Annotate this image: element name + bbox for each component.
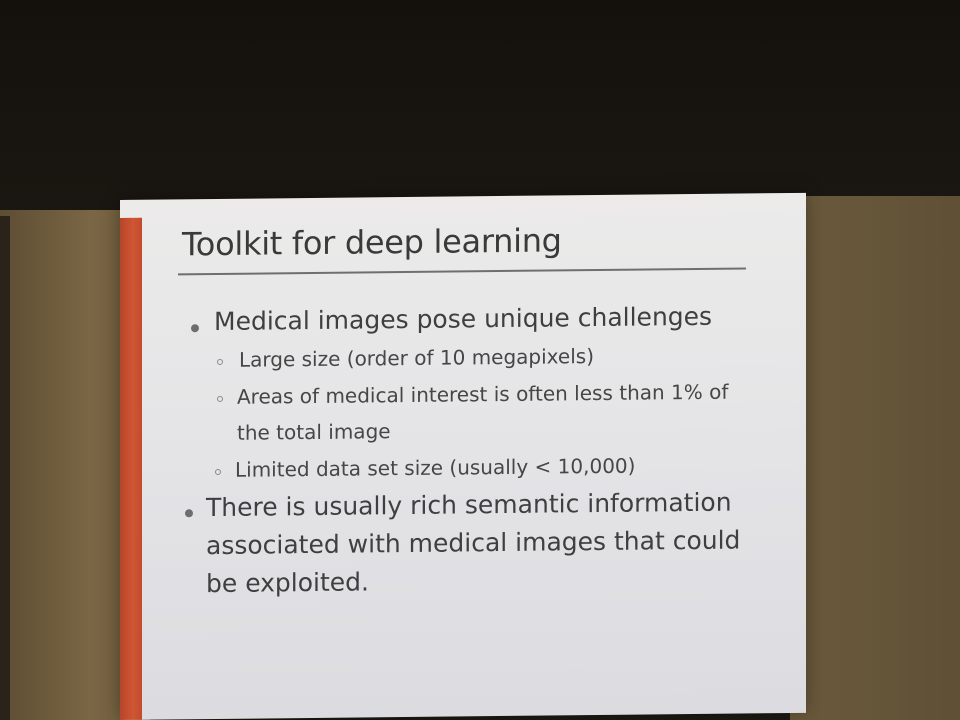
sub-bullet-dot	[215, 468, 221, 476]
slide-accent-bar	[120, 217, 142, 720]
sub-bullet-dot	[217, 395, 223, 402]
title-underline	[178, 267, 746, 276]
sub-bullet-2: Areas of medical interest is often less …	[237, 379, 729, 445]
projection-photo: Toolkit for deep learning Medical images…	[0, 0, 960, 720]
bullet-2: There is usually rich semantic informati…	[206, 487, 741, 599]
sub-bullet-1: Large size (order of 10 megapixels)	[239, 344, 594, 372]
bullet-dot	[185, 509, 193, 518]
wall-right	[790, 196, 960, 720]
slide-title: Toolkit for deep learning	[182, 221, 562, 264]
bullet-dot	[191, 324, 199, 333]
sub-bullet-3: Limited data set size (usually < 10,000)	[235, 453, 636, 482]
bullet-1: Medical images pose unique challenges	[214, 301, 713, 337]
wall-edge	[0, 216, 10, 720]
sub-bullet-dot	[217, 358, 223, 365]
projected-slide: Toolkit for deep learning Medical images…	[120, 192, 806, 720]
